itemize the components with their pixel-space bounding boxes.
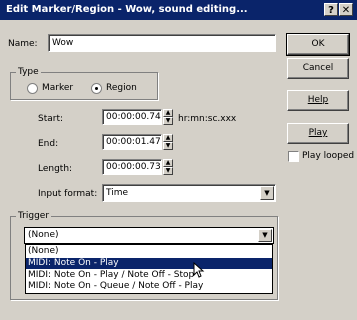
length-label: Length:	[38, 164, 73, 174]
trigger-dropdown-icon[interactable]: ▼	[258, 229, 272, 242]
play-looped-checkbox[interactable]	[288, 151, 299, 162]
trigger-option-note-on-play[interactable]: MIDI: Note On - Play	[26, 258, 272, 269]
region-radio-label: Region	[106, 83, 137, 93]
trigger-group-title: Trigger	[16, 211, 52, 221]
title-bar[interactable]: Edit Marker/Region - Wow, sound editing.…	[0, 0, 357, 20]
play-looped-label: Play looped	[302, 151, 355, 161]
ok-button[interactable]: OK	[286, 33, 350, 56]
type-group-title: Type	[16, 67, 41, 77]
trigger-option-note-on-queue-off-play[interactable]: MIDI: Note On - Queue / Note Off - Play	[26, 281, 272, 292]
trigger-selected-value: (None)	[28, 230, 59, 240]
spin-up-icon[interactable]: ▲	[163, 109, 173, 117]
spin-up-icon[interactable]: ▲	[163, 159, 173, 167]
close-icon[interactable]: ✕	[339, 3, 353, 16]
trigger-dropdown-list: (None) MIDI: Note On - Play MIDI: Note O…	[25, 244, 273, 294]
trigger-option-note-on-play-off-stop[interactable]: MIDI: Note On - Play / Note Off - Stop	[26, 270, 272, 281]
play-button[interactable]: Play	[287, 123, 349, 144]
end-input[interactable]: 00:00:01.475	[102, 134, 162, 150]
help-button-label: Help	[307, 95, 329, 105]
trigger-option-none[interactable]: (None)	[26, 246, 272, 257]
region-radio[interactable]	[91, 83, 102, 94]
mouse-cursor-icon	[193, 262, 205, 278]
name-label: Name:	[8, 39, 38, 49]
name-input[interactable]: Wow	[48, 34, 276, 52]
cancel-button[interactable]: Cancel	[287, 58, 349, 79]
input-format-value: Time	[106, 188, 129, 198]
length-spinner[interactable]: ▲ ▼	[163, 159, 173, 175]
start-input[interactable]: 00:00:00.742	[102, 109, 162, 125]
spin-up-icon[interactable]: ▲	[163, 134, 173, 142]
window-title: Edit Marker/Region - Wow, sound editing.…	[6, 4, 248, 15]
marker-radio-label: Marker	[42, 83, 74, 93]
edit-marker-region-dialog: Edit Marker/Region - Wow, sound editing.…	[0, 0, 357, 320]
spin-down-icon[interactable]: ▼	[163, 142, 173, 150]
length-input[interactable]: 00:00:00.733	[102, 159, 162, 175]
marker-radio[interactable]	[27, 83, 38, 94]
start-label: Start:	[38, 114, 64, 124]
end-label: End:	[38, 139, 59, 149]
start-spinner[interactable]: ▲ ▼	[163, 109, 173, 125]
input-format-dropdown-icon[interactable]: ▼	[260, 186, 274, 200]
input-format-select[interactable]: Time	[102, 184, 276, 202]
time-format-hint: hr:mn:sc.xxx	[178, 114, 237, 124]
spin-down-icon[interactable]: ▼	[163, 117, 173, 125]
input-format-label: Input format:	[38, 189, 98, 199]
end-spinner[interactable]: ▲ ▼	[163, 134, 173, 150]
play-button-label: Play	[308, 128, 328, 138]
help-title-button[interactable]: ?	[324, 3, 338, 16]
help-button[interactable]: Help	[287, 90, 349, 111]
spin-down-icon[interactable]: ▼	[163, 167, 173, 175]
trigger-select[interactable]: (None)	[24, 227, 274, 244]
